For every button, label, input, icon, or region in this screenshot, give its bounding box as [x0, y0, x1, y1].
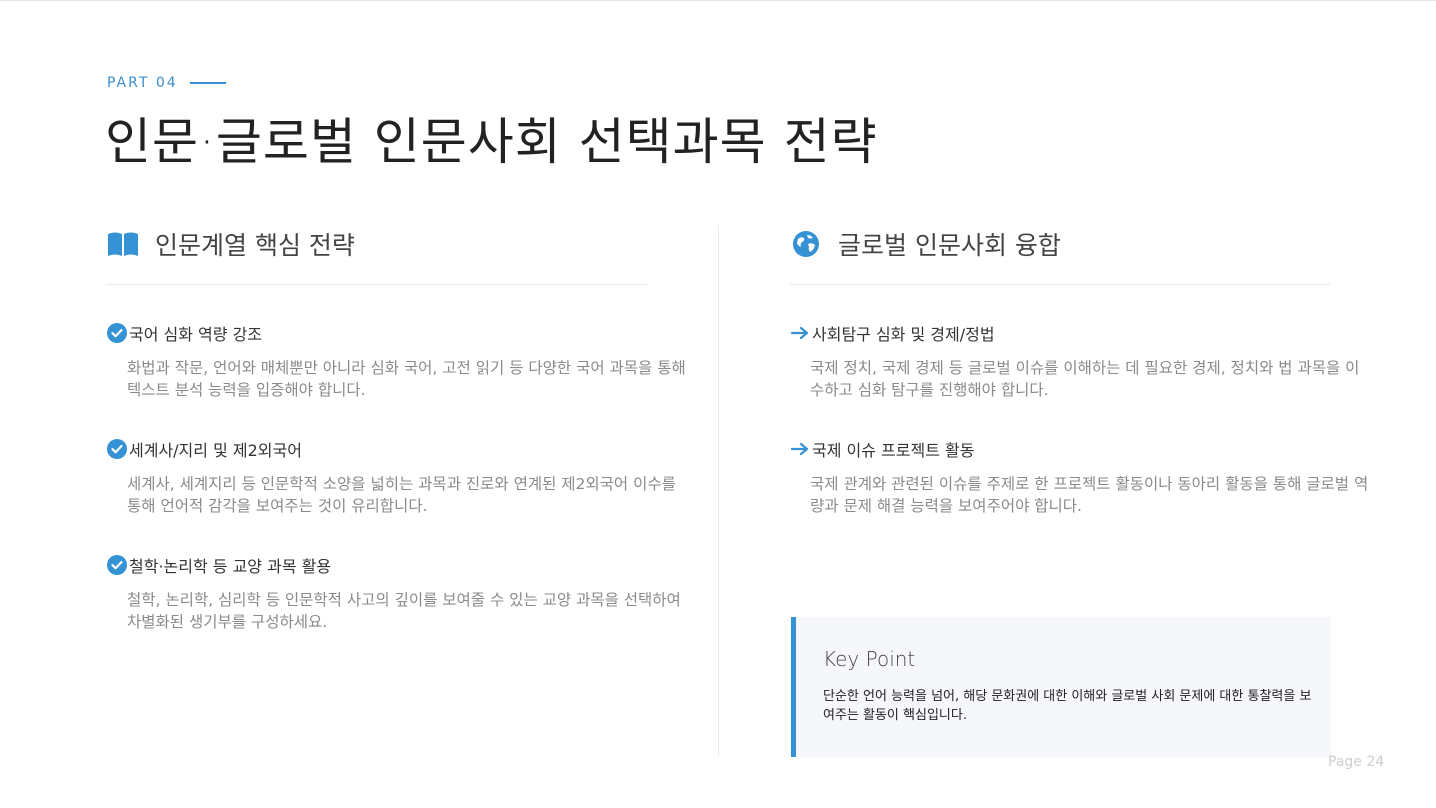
- item-description: 화법과 작문, 언어와 매체뿐만 아니라 심화 국어, 고전 읽기 등 다양한 …: [127, 359, 686, 399]
- book-icon: [107, 228, 139, 260]
- item-description: 세계사, 세계지리 등 인문학적 소양을 넓히는 과목과 진로와 연계된 제2외…: [127, 475, 676, 515]
- top-border: [0, 0, 1436, 1]
- right-column-title: 글로벌 인문사회 융합: [838, 231, 1061, 260]
- left-column-title: 인문계열 핵심 전략: [155, 231, 355, 260]
- check-circle-icon: [107, 323, 127, 343]
- item-title: 사회탐구 심화 및 경제/정법: [812, 325, 995, 344]
- right-column: 글로벌 인문사회 융합 사회탐구 심화 및 경제/정법 국제 정치, 국제 경제…: [790, 222, 1368, 517]
- item-title: 세계사/지리 및 제2외국어: [129, 441, 302, 460]
- check-circle-icon: [107, 439, 127, 459]
- list-item: 국어 심화 역량 강조 화법과 작문, 언어와 매체뿐만 아니라 심화 국어, …: [107, 321, 686, 401]
- key-point-text: 단순한 언어 능력을 넘어, 해당 문화권에 대한 이해와 글로벌 사회 문제에…: [823, 689, 1312, 723]
- list-item: 사회탐구 심화 및 경제/정법 국제 정치, 국제 경제 등 글로벌 이슈를 이…: [790, 321, 1359, 401]
- item-title: 국어 심화 역량 강조: [129, 325, 263, 344]
- part-label-dash: [189, 82, 226, 84]
- column-divider: [718, 225, 719, 757]
- list-item: 세계사/지리 및 제2외국어 세계사, 세계지리 등 인문학적 소양을 넓히는 …: [107, 437, 676, 517]
- right-column-divider: [790, 284, 1330, 285]
- key-point-title: Key Point: [823, 647, 916, 671]
- right-column-header: 글로벌 인문사회 융합: [790, 222, 1330, 266]
- part-label-text: PART 04: [107, 75, 178, 91]
- page-title: 인문·글로벌 인문사회 선택과목 전략: [105, 113, 878, 171]
- item-description: 국제 관계와 관련된 이슈를 주제로 한 프로젝트 활동이나 동아리 활동을 통…: [810, 475, 1369, 515]
- globe-icon: [790, 228, 822, 260]
- list-item: 철학·논리학 등 교양 과목 활용 철학, 논리학, 심리학 등 인문학적 사고…: [107, 553, 681, 633]
- list-item: 국제 이슈 프로젝트 활동 국제 관계와 관련된 이슈를 주제로 한 프로젝트 …: [790, 437, 1368, 517]
- page-number: Page 24: [1328, 754, 1385, 770]
- item-description: 철학, 논리학, 심리학 등 인문학적 사고의 깊이를 보여줄 수 있는 교양 …: [127, 591, 681, 631]
- part-label: PART 04: [107, 75, 226, 91]
- arrow-right-icon: [790, 323, 810, 343]
- key-point-box: Key Point 단순한 언어 능력을 넘어, 해당 문화권에 대한 이해와 …: [791, 617, 1331, 757]
- check-circle-icon: [107, 555, 127, 575]
- left-column-header: 인문계열 핵심 전략: [107, 222, 647, 266]
- arrow-right-icon: [790, 439, 810, 459]
- item-title: 국제 이슈 프로젝트 활동: [812, 441, 975, 460]
- left-column: 인문계열 핵심 전략 국어 심화 역량 강조 화법과 작문, 언어와 매체뿐만 …: [107, 222, 686, 633]
- item-description: 국제 정치, 국제 경제 등 글로벌 이슈를 이해하는 데 필요한 경제, 정치…: [810, 359, 1360, 399]
- item-title: 철학·논리학 등 교양 과목 활용: [129, 557, 332, 576]
- left-column-divider: [107, 284, 647, 285]
